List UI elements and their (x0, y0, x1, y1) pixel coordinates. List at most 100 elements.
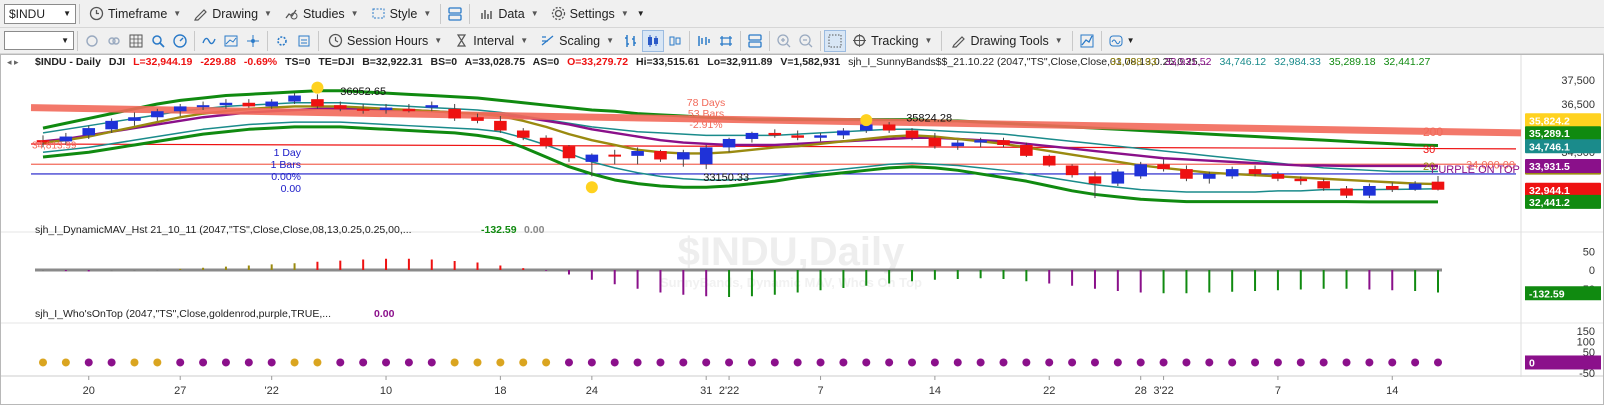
search-chart-button[interactable] (147, 30, 169, 52)
chevron-down-icon[interactable]: ▼ (63, 9, 71, 18)
toolbar-divider (820, 30, 822, 51)
dotted-grid-icon (828, 34, 842, 47)
candle-body (1088, 176, 1102, 184)
study3-dot (1296, 358, 1305, 367)
trend-drawing-button[interactable] (1076, 30, 1098, 52)
toolbar-divider (1100, 30, 1102, 51)
bar-chart-type-button[interactable] (620, 30, 642, 52)
study3-dot (1251, 358, 1260, 367)
studies-menu[interactable]: Studies ▼ (278, 3, 365, 25)
price-tag-label: 32,441.2 (1529, 197, 1570, 209)
header-change: -229.88 (200, 56, 236, 68)
data-menu[interactable]: Data ▼ (473, 3, 544, 25)
zoom-in-icon (777, 33, 791, 47)
caret-down-icon: ▼ (620, 9, 629, 18)
drawing-selector-input[interactable]: ▼ (4, 31, 74, 50)
magnifier-icon (152, 34, 165, 48)
trend-chart-icon (1080, 34, 1094, 47)
tracking-menu[interactable]: Tracking ▼ (846, 30, 938, 52)
study3-dot (976, 358, 985, 367)
study3-dot (313, 358, 322, 367)
price-tag: 35,824.2 (1525, 113, 1601, 128)
candle-body (288, 95, 301, 102)
candle-body (974, 140, 987, 143)
candle-body (196, 105, 210, 108)
candle-body (539, 137, 553, 147)
settings-menu[interactable]: Settings ▼ (545, 3, 635, 25)
refresh-button[interactable] (81, 30, 103, 52)
indicator-wave-button[interactable] (1105, 30, 1127, 52)
tracking-label: Tracking (871, 33, 919, 48)
drawing-menu[interactable]: Drawing ▼ (187, 3, 278, 25)
toolbar-divider (440, 3, 442, 24)
layout-toggle-button[interactable] (444, 3, 466, 25)
main-toolbar: $INDU ▼ Timeframe ▼ Drawing ▼ Studies ▼ … (0, 0, 1604, 28)
style-label: Style (389, 6, 418, 21)
fan-button[interactable] (242, 30, 264, 52)
candle-body (928, 137, 942, 147)
candle-body (516, 130, 530, 138)
candle-body (1385, 185, 1399, 190)
study3-dot (1273, 358, 1282, 367)
grid-icon (129, 34, 143, 47)
chart-canvas[interactable]: 37,50036,50035,50034,50034,000.002027'22… (1, 55, 1603, 404)
header-study-value: 35,289.18 (1329, 56, 1376, 68)
bar-measure-label: 0.00 (281, 183, 302, 195)
candle-body (1294, 178, 1308, 182)
indicator-button[interactable] (198, 30, 220, 52)
study3-dot (221, 358, 230, 367)
candle-body (356, 108, 370, 111)
candle-body (425, 105, 439, 108)
overflow-caret-icon[interactable]: ▼ (637, 9, 645, 18)
candle-body (219, 102, 233, 106)
interval-menu[interactable]: Interval ▼ (448, 30, 534, 52)
drawing-tools-menu[interactable]: Drawing Tools ▼ (945, 30, 1068, 52)
link-button[interactable] (103, 30, 125, 52)
chevron-down-icon[interactable]: ▼ (61, 36, 69, 45)
settings-label: Settings (569, 6, 615, 21)
study3-dot (862, 358, 871, 367)
study3-dot (1411, 358, 1420, 367)
x-axis-tick-label: 14 (1386, 385, 1398, 397)
x-axis-tick-label: 3'22 (1153, 385, 1173, 397)
format-button[interactable] (271, 30, 293, 52)
zoom-out-button[interactable] (795, 30, 817, 52)
x-axis-tick-label: 22 (1043, 385, 1055, 397)
timeframe-menu[interactable]: Timeframe ▼ (83, 3, 187, 25)
properties-button[interactable] (293, 30, 315, 52)
study2-value-tag: -132.59 (1525, 286, 1601, 301)
study3-dot (1090, 358, 1099, 367)
speedometer-button[interactable] (169, 30, 191, 52)
signal-dot (311, 81, 324, 94)
session-hours-menu[interactable]: Session Hours ▼ (322, 30, 448, 52)
study3-dot (39, 358, 47, 367)
scroll-left-icon[interactable]: ◂ ▸ (7, 57, 19, 67)
secondary-toolbar: ▼ Session Hours ▼ Interval ▼ Scaling ▼ T… (0, 28, 1604, 54)
chart-image-button[interactable] (220, 30, 242, 52)
dot-chart-button[interactable] (693, 30, 715, 52)
candle-body (1408, 183, 1422, 190)
panes-icon (748, 33, 762, 48)
overflow-caret-icon[interactable]: ▼ (1127, 36, 1135, 45)
line-break-button[interactable] (715, 30, 737, 52)
style-menu[interactable]: Style ▼ (365, 3, 438, 25)
study3-dot (519, 358, 528, 367)
range-measure-label: -2.91% (689, 119, 722, 131)
study3-dot (747, 358, 756, 367)
candlestick-chart-type-button[interactable] (642, 29, 665, 52)
panes-button[interactable] (744, 30, 766, 52)
chart-window[interactable]: 37,50036,50035,50034,50034,000.002027'22… (0, 54, 1604, 405)
scaling-menu[interactable]: Scaling ▼ (534, 30, 620, 52)
candle-body (242, 102, 256, 107)
crosshair-grid-button[interactable] (824, 29, 847, 52)
header-study-value: 32,984.33 (1274, 56, 1321, 68)
study3-dot (130, 358, 139, 367)
header-last: L=32,944.19 (133, 56, 192, 68)
hollow-candle-button[interactable] (664, 30, 686, 52)
symbol-input[interactable]: $INDU ▼ (4, 3, 76, 24)
zoom-in-button[interactable] (773, 30, 795, 52)
caret-down-icon: ▼ (530, 9, 539, 18)
toolbar-divider (469, 3, 471, 24)
grid-button[interactable] (125, 30, 147, 52)
header-te: TE=DJI (318, 56, 354, 68)
